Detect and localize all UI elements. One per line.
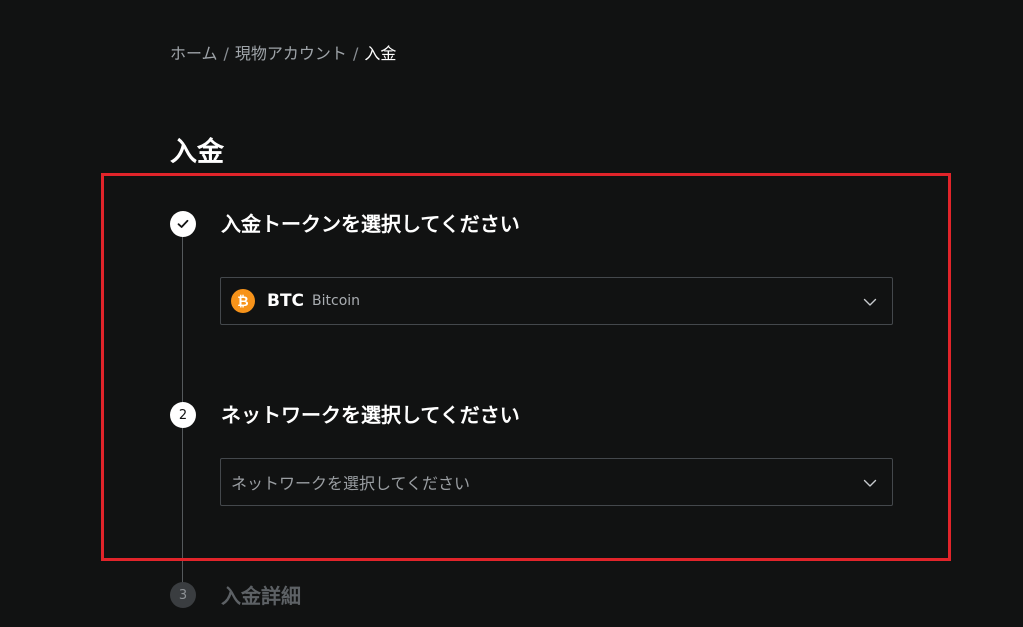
deposit-page: ホーム / 現物アカウント / 入金 入金 入金トークンを選択してください ₿ …: [0, 0, 1023, 627]
step-3-title: 入金詳細: [221, 584, 301, 608]
breadcrumb-spot-account[interactable]: 現物アカウント: [235, 44, 347, 64]
highlight-annotation-box: [101, 173, 951, 561]
breadcrumb-separator: /: [352, 44, 359, 63]
breadcrumb-home[interactable]: ホーム: [170, 44, 218, 64]
page-title: 入金: [170, 137, 224, 168]
step-3-number: 3: [178, 587, 188, 603]
breadcrumb-current: 入金: [364, 44, 397, 63]
step-3-indicator: 3: [170, 582, 196, 608]
breadcrumb-separator: /: [223, 44, 229, 63]
breadcrumb: ホーム / 現物アカウント / 入金: [170, 44, 396, 64]
